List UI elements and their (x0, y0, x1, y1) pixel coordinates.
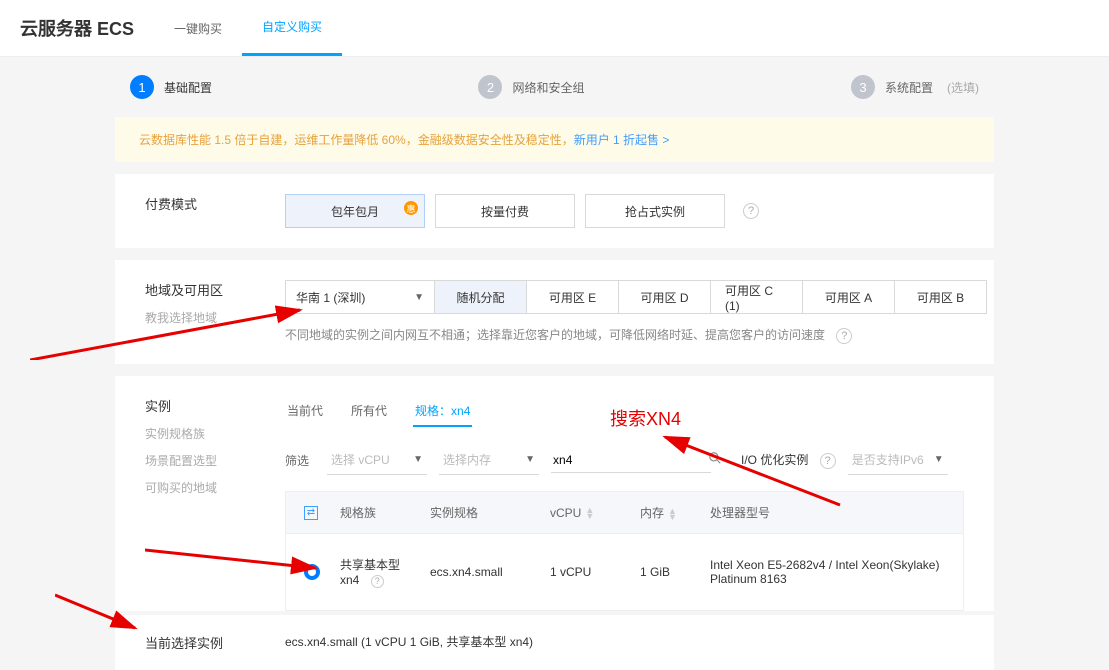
filter-label: 筛选 (285, 452, 309, 469)
payment-spot-button[interactable]: 抢占式实例 (585, 194, 725, 228)
step-num-2: 2 (478, 75, 502, 99)
promo-banner: 云数据库性能 1.5 倍于自建，运维工作量降低 60%，金融级数据安全性及稳定性… (115, 117, 994, 162)
instance-scenario-link[interactable]: 场景配置选型 (145, 452, 285, 469)
step-optional: (选填) (947, 79, 979, 96)
step-indicator: 1 基础配置 2 网络和安全组 3 系统配置 (选填) (0, 57, 1109, 117)
cell-proc: Intel Xeon E5-2682v4 / Intel Xeon(Skylak… (702, 558, 953, 586)
zone-d-button[interactable]: 可用区 D (619, 280, 711, 314)
th-family: 规格族 (332, 504, 422, 521)
th-spec: 实例规格 (422, 504, 542, 521)
instance-tab-all[interactable]: 所有代 (349, 396, 389, 427)
instance-label: 实例 (145, 396, 285, 415)
payment-section: 付费模式 包年包月 惠 按量付费 抢占式实例 ? (115, 174, 994, 248)
sort-icon: ▲▼ (668, 508, 677, 520)
instance-family-link[interactable]: 实例规格族 (145, 425, 285, 442)
page-title: 云服务器 ECS (20, 0, 154, 56)
table-header: ⇄ 规格族 实例规格 vCPU▲▼ 内存▲▼ 处理器型号 (286, 492, 963, 533)
compare-icon[interactable]: ⇄ (304, 506, 318, 520)
zone-e-button[interactable]: 可用区 E (527, 280, 619, 314)
instance-tab-current[interactable]: 当前代 (285, 396, 325, 427)
payment-help-icon[interactable]: ? (743, 203, 759, 219)
step-3[interactable]: 3 系统配置 (选填) (851, 75, 979, 99)
payment-label: 付费模式 (145, 194, 285, 213)
family-help-icon[interactable]: ? (371, 575, 384, 588)
cell-family: 共享基本型 xn4 ? (332, 556, 422, 588)
chevron-down-icon: ▼ (414, 292, 424, 303)
th-proc: 处理器型号 (702, 504, 953, 521)
io-help-icon[interactable]: ? (820, 453, 836, 469)
instance-section: 实例 实例规格族 场景配置选型 可购买的地域 当前代 所有代 规格：xn4 筛选… (115, 376, 994, 611)
step-label-3: 系统配置 (885, 79, 933, 96)
chevron-down-icon: ▼ (525, 454, 535, 465)
row-radio-selected[interactable] (304, 564, 320, 580)
payment-yearly-button[interactable]: 包年包月 惠 (285, 194, 425, 228)
ipv6-dropdown[interactable]: 是否支持IPv6 ▼ (848, 445, 948, 475)
tab-custom-buy[interactable]: 自定义购买 (242, 0, 342, 56)
current-sel-value: ecs.xn4.small (1 vCPU 1 GiB, 共享基本型 xn4) (285, 633, 964, 652)
region-section: 地域及可用区 教我选择地域 华南 1 (深圳) ▼ 随机分配 可用区 E 可用区… (115, 260, 994, 364)
region-help-link[interactable]: 教我选择地域 (145, 309, 285, 326)
payment-ondemand-button[interactable]: 按量付费 (435, 194, 575, 228)
zone-a-button[interactable]: 可用区 A (803, 280, 895, 314)
discount-badge-icon: 惠 (404, 201, 418, 215)
step-num-3: 3 (851, 75, 875, 99)
chevron-down-icon: ▼ (934, 454, 944, 465)
th-vcpu[interactable]: vCPU▲▼ (542, 506, 632, 520)
current-sel-label: 当前选择实例 (145, 633, 285, 652)
instance-tab-spec[interactable]: 规格：xn4 (413, 396, 472, 427)
region-hint: 不同地域的实例之间内网互不相通；选择靠近您客户的地域，可降低网络时延、提高您客户… (285, 326, 987, 344)
annotation-text: 搜索XN4 (610, 405, 681, 431)
instance-region-link[interactable]: 可购买的地域 (145, 479, 285, 496)
table-row[interactable]: 共享基本型 xn4 ? ecs.xn4.small 1 vCPU 1 GiB I… (286, 533, 963, 610)
cell-mem: 1 GiB (632, 565, 702, 579)
zone-c-button[interactable]: 可用区 C (1) (711, 280, 803, 314)
search-input[interactable] (553, 453, 708, 467)
step-label-1: 基础配置 (164, 79, 212, 96)
promo-text: 云数据库性能 1.5 倍于自建，运维工作量降低 60%，金融级数据安全性及稳定性… (139, 133, 574, 147)
step-2[interactable]: 2 网络和安全组 (478, 75, 584, 99)
sort-icon: ▲▼ (585, 507, 594, 519)
instance-table: ⇄ 规格族 实例规格 vCPU▲▼ 内存▲▼ 处理器型号 共享基本型 xn4 ?… (285, 491, 964, 611)
region-dropdown[interactable]: 华南 1 (深圳) ▼ (285, 280, 435, 314)
step-1[interactable]: 1 基础配置 (130, 75, 212, 99)
zone-random-button[interactable]: 随机分配 (435, 280, 527, 314)
search-field-wrap (551, 447, 711, 473)
chevron-down-icon: ▼ (413, 454, 423, 465)
search-icon[interactable] (708, 451, 722, 468)
region-label: 地域及可用区 (145, 280, 285, 299)
promo-link[interactable]: 新用户 1 折起售 > (574, 133, 670, 147)
current-selection-section: 当前选择实例 ecs.xn4.small (1 vCPU 1 GiB, 共享基本… (115, 615, 994, 670)
vcpu-dropdown[interactable]: 选择 vCPU ▼ (327, 445, 427, 475)
zone-b-button[interactable]: 可用区 B (895, 280, 987, 314)
th-mem[interactable]: 内存▲▼ (632, 504, 702, 521)
cell-spec: ecs.xn4.small (422, 565, 542, 579)
io-optimize-label: I/O 优化实例 ? (741, 451, 836, 469)
step-num-1: 1 (130, 75, 154, 99)
region-hint-help-icon[interactable]: ? (836, 328, 852, 344)
step-label-2: 网络和安全组 (512, 79, 584, 96)
memory-dropdown[interactable]: 选择内存 ▼ (439, 445, 539, 475)
tab-quick-buy[interactable]: 一键购买 (154, 2, 242, 55)
page-header: 云服务器 ECS 一键购买 自定义购买 (0, 0, 1109, 57)
cell-vcpu: 1 vCPU (542, 565, 632, 579)
